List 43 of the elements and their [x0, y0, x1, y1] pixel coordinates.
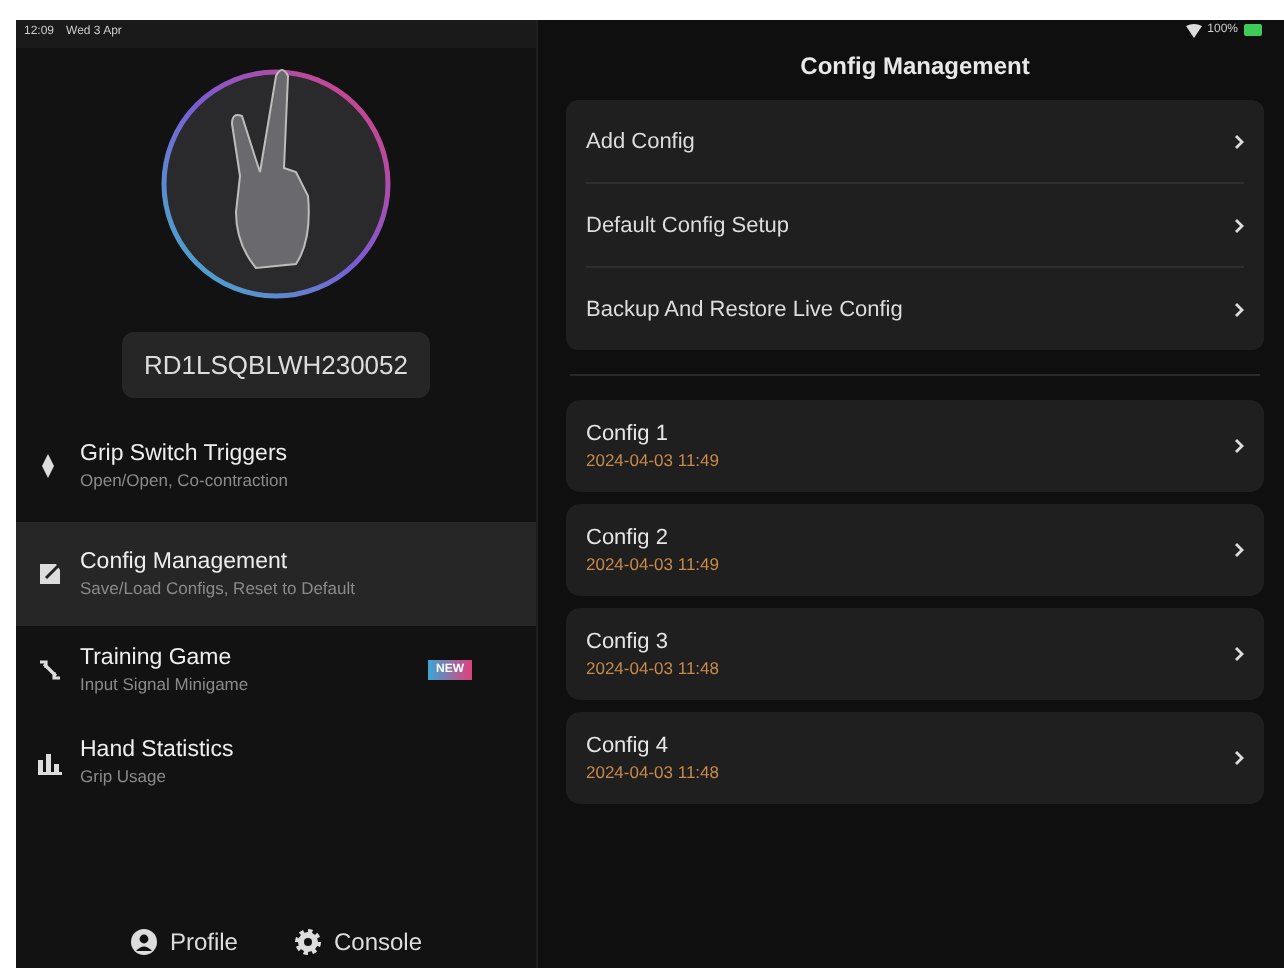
chevron-right-icon	[1234, 438, 1244, 454]
action-row[interactable]: Add Config	[586, 100, 1244, 184]
config-name: Config 3	[586, 630, 670, 654]
config-name: Config 2	[586, 526, 670, 550]
chevron-right-icon	[1234, 750, 1244, 766]
item-subtitle: Input Signal Minigame	[80, 674, 251, 694]
config-card[interactable]: Config 2 2024-04-03 11:49	[566, 504, 1264, 596]
battery-icon	[1244, 24, 1264, 36]
item-title: Grip Switch Triggers	[80, 442, 290, 466]
chevron-right-icon	[1234, 133, 1244, 149]
footer-link[interactable]: Console	[293, 928, 423, 956]
sidebar-item[interactable]: Config Management Save/Load Configs, Reset to Default	[16, 522, 536, 626]
item-title: Hand Statistics	[80, 738, 236, 762]
config-date: 2024-04-03 11:49	[586, 450, 719, 470]
item-title: Training Game	[80, 646, 234, 670]
config-date: 2024-04-03 11:48	[586, 762, 719, 782]
gear-icon	[293, 928, 322, 956]
config-card[interactable]: Config 4 2024-04-03 11:48	[566, 712, 1264, 804]
chevron-right-icon	[1234, 301, 1244, 317]
item-title: Config Management	[80, 550, 290, 574]
chevron-right-icon	[1234, 542, 1244, 558]
sidebar-item[interactable]: Grip Switch Triggers Open/Open, Co-contraction	[16, 430, 536, 502]
config-card[interactable]: Config 1 2024-04-03 11:49	[566, 400, 1264, 492]
chevron-right-icon	[1234, 217, 1244, 233]
item-subtitle: Open/Open, Co-contraction	[80, 470, 290, 490]
footer-link[interactable]: Profile	[129, 928, 238, 956]
chevron-right-icon	[1234, 646, 1244, 662]
action-row[interactable]: Backup And Restore Live Config	[586, 268, 1244, 350]
item-subtitle: Grip Usage	[80, 766, 168, 786]
person-icon	[129, 928, 158, 956]
wifi-icon	[1185, 23, 1202, 37]
config-date: 2024-04-03 11:48	[586, 658, 719, 678]
action-row[interactable]: Default Config Setup	[586, 184, 1244, 268]
document-icon	[36, 560, 64, 588]
bar-chart-icon	[36, 748, 64, 776]
config-name: Config 1	[586, 422, 670, 446]
sidebar-item[interactable]: Hand Statistics Grip Usage	[16, 726, 536, 798]
item-subtitle: Save/Load Configs, Reset to Default	[80, 578, 357, 598]
device-serial: RD1LSQBLWH230052	[122, 332, 430, 398]
page-title: Config Management	[798, 50, 1032, 84]
config-date: 2024-04-03 11:49	[586, 554, 719, 574]
config-card[interactable]: Config 3 2024-04-03 11:48	[566, 608, 1264, 700]
config-name: Config 4	[586, 734, 670, 758]
